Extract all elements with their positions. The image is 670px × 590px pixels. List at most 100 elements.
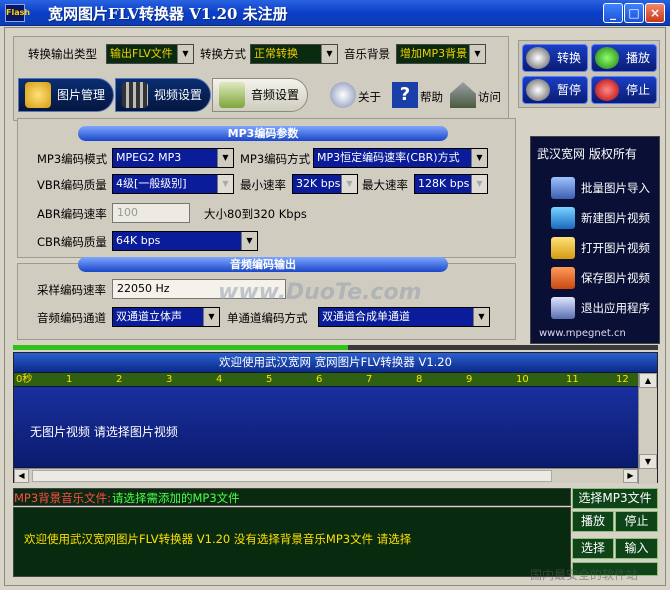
app-icon: Flash: [5, 4, 30, 22]
scroll-right-icon[interactable]: ▶: [623, 469, 638, 483]
save-disk-icon: [551, 267, 575, 289]
progress-fill: [13, 345, 349, 350]
timeline-tick: 12: [616, 374, 629, 385]
music-file-input[interactable]: 请选择需添加的MP3文件: [112, 490, 240, 506]
mp3-mode-label: MP3编码模式: [37, 152, 108, 166]
side-panel-url: www.mpegnet.cn: [539, 328, 626, 339]
timeline-tick: 8: [416, 374, 423, 385]
music-select-button[interactable]: 选择: [572, 538, 614, 559]
mp3-section-title: MP3编码参数: [78, 126, 448, 141]
chevron-down-icon: ▼: [341, 175, 357, 193]
visit-link[interactable]: 访问: [478, 89, 501, 105]
music-play-button[interactable]: 播放: [572, 511, 614, 532]
channel-select[interactable]: 双通道立体声 ▼: [112, 307, 220, 327]
horizontal-scrollbar[interactable]: ◀ ▶: [14, 468, 638, 483]
title-bar: Flash 宽网图片FLV转换器 V1.20 未注册 _ □ ×: [0, 0, 670, 26]
select-mp3-button[interactable]: 选择MP3文件: [572, 488, 658, 509]
scroll-down-icon[interactable]: ▼: [639, 454, 657, 469]
side-item-open-video[interactable]: 打开图片视频: [531, 233, 660, 263]
pause-button[interactable]: 暂停: [522, 76, 588, 104]
side-item-new-video[interactable]: 新建图片视频: [531, 203, 660, 233]
max-rate-select[interactable]: 128K bps ▼: [414, 174, 488, 194]
vbr-quality-select[interactable]: 4级[一般级别] ▼: [112, 174, 234, 194]
timeline-tick: 3: [166, 374, 173, 385]
tab-audio-settings[interactable]: 音频设置: [212, 78, 308, 112]
music-bg-select[interactable]: 增加MP3背景 ▼: [396, 44, 486, 64]
chevron-down-icon: ▼: [203, 308, 219, 326]
magnifier-icon[interactable]: [330, 82, 356, 108]
film-reel-icon: [526, 79, 550, 101]
mp3-mode-select[interactable]: MPEG2 MP3 ▼: [112, 148, 234, 168]
timeline-ruler: 0秒 1 2 3 4 5 6 7 8 9 10 11 12: [14, 373, 638, 386]
chevron-down-icon: ▼: [217, 175, 233, 193]
min-rate-select[interactable]: 32K bps ▼: [292, 174, 358, 194]
timeline-panel: 欢迎使用武汉宽网 宽网图片FLV转换器 V1.20 0秒 1 2 3 4 5 6 7 8 9 10 1…: [13, 352, 658, 484]
cbr-quality-select[interactable]: 64K bps ▼: [112, 231, 258, 251]
scroll-left-icon[interactable]: ◀: [14, 469, 29, 483]
abr-rate-hint: 大小80到320 Kbps: [204, 207, 307, 221]
mp3-method-select[interactable]: MP3恒定编码速率(CBR)方式 ▼: [313, 148, 488, 168]
side-item-exit[interactable]: 退出应用程序: [531, 293, 660, 323]
side-item-batch-import[interactable]: 批量图片导入: [531, 173, 660, 203]
timeline-tick: 4: [216, 374, 223, 385]
timeline-empty-message: 无图片视频 请选择图片视频: [30, 425, 178, 439]
side-panel-header: 武汉宽网 版权所有: [537, 147, 637, 161]
chevron-down-icon: ▼: [241, 232, 257, 250]
batch-import-icon: [551, 177, 575, 199]
image-folder-icon: [25, 82, 51, 108]
timeline-tick: 2: [116, 374, 123, 385]
side-item-save-video[interactable]: 保存图片视频: [531, 263, 660, 293]
abr-rate-label: ABR编码速率: [37, 207, 107, 221]
sample-rate-label: 采样编码速率: [37, 283, 106, 297]
timeline-tick: 11: [566, 374, 579, 385]
progress-bar: [13, 345, 658, 350]
play-button[interactable]: 播放: [591, 44, 657, 72]
help-link[interactable]: 帮助: [420, 89, 443, 105]
cbr-quality-label: CBR编码质量: [37, 235, 107, 249]
vbr-quality-label: VBR编码质量: [37, 178, 107, 192]
music-file-bar: MP3背景音乐文件: 请选择需添加的MP3文件: [13, 488, 571, 506]
tab-video-settings[interactable]: 视频设置: [115, 78, 211, 112]
side-menu-panel: 武汉宽网 版权所有 批量图片导入 新建图片视频 打开图片视频 保存图片视频 退出…: [530, 136, 660, 344]
minimize-button[interactable]: _: [603, 3, 623, 23]
timeline-tick: 9: [466, 374, 473, 385]
play-icon: [595, 47, 619, 69]
tab-image-manage[interactable]: 图片管理: [18, 78, 114, 112]
about-link[interactable]: 关于: [358, 89, 381, 105]
convert-mode-label: 转换方式: [200, 47, 246, 61]
power-icon: [595, 79, 619, 101]
timeline-tick: 0秒: [16, 374, 33, 385]
music-stop-button[interactable]: 停止: [615, 511, 658, 532]
new-video-icon: [551, 207, 575, 229]
abr-rate-input[interactable]: 100: [112, 203, 190, 223]
output-type-select[interactable]: 输出FLV文件 ▼: [106, 44, 194, 64]
vertical-scrollbar[interactable]: ▲ ▼: [638, 373, 657, 484]
convert-mode-select[interactable]: 正常转换 ▼: [250, 44, 338, 64]
film-reel-icon: [526, 47, 550, 69]
close-button[interactable]: ×: [645, 3, 665, 23]
timeline-tick: 6: [316, 374, 323, 385]
maximize-button[interactable]: □: [624, 3, 644, 23]
window-title: 宽网图片FLV转换器 V1.20 未注册: [48, 5, 288, 23]
scroll-thumb[interactable]: [32, 470, 552, 482]
scroll-up-icon[interactable]: ▲: [639, 373, 657, 388]
max-rate-label: 最大速率: [362, 178, 408, 192]
mono-mode-label: 单通道编码方式: [227, 311, 308, 325]
chevron-down-icon: ▼: [471, 175, 487, 193]
convert-button[interactable]: 转换: [522, 44, 588, 72]
open-folder-icon: [551, 237, 575, 259]
timeline-tick: 1: [66, 374, 73, 385]
chevron-down-icon: ▼: [469, 45, 485, 63]
music-bg-label: 音乐背景: [344, 47, 390, 61]
help-icon[interactable]: ?: [392, 82, 418, 108]
music-import-button[interactable]: 输入: [615, 538, 658, 559]
output-type-label: 转换输出类型: [28, 47, 97, 61]
stop-button[interactable]: 停止: [591, 76, 657, 104]
mono-mode-select[interactable]: 双通道合成单通道 ▼: [318, 307, 490, 327]
corner-watermark: 国内最安全的软件站: [530, 568, 639, 582]
timeline-title: 欢迎使用武汉宽网 宽网图片FLV转换器 V1.20: [14, 353, 657, 372]
audio-wave-icon: [219, 82, 245, 108]
chevron-down-icon: ▼: [471, 149, 487, 167]
chevron-down-icon: ▼: [177, 45, 193, 63]
channel-label: 音频编码通道: [37, 311, 106, 325]
